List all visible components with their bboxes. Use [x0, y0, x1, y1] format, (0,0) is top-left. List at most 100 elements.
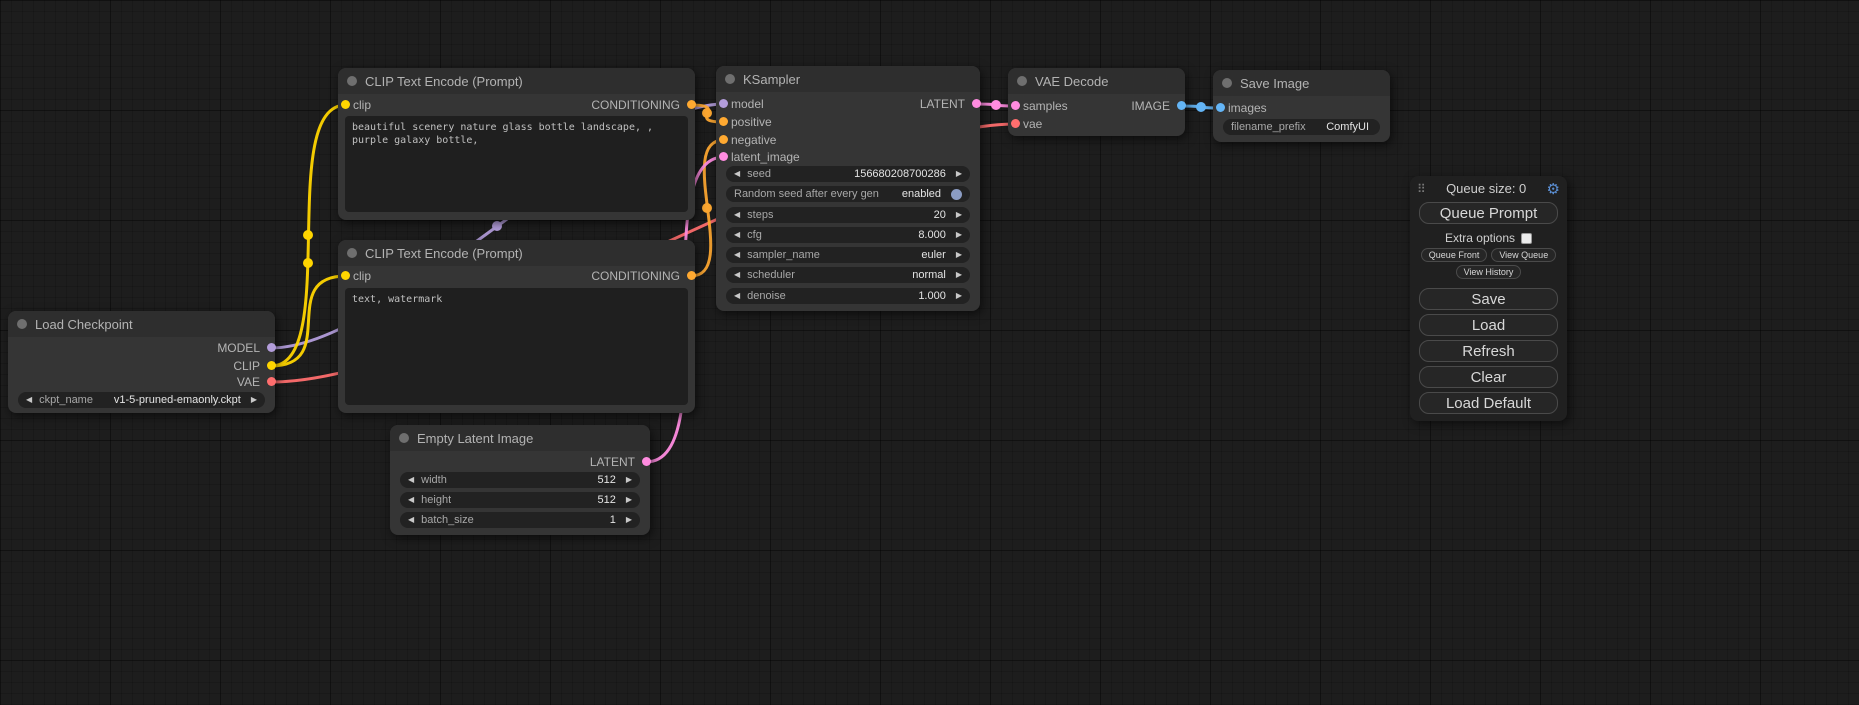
decrement-arrow-icon[interactable]: ◀ — [734, 288, 740, 304]
sampler-name-widget[interactable]: ◀ sampler_name euler ▶ — [726, 247, 970, 263]
toggle-dot[interactable] — [951, 189, 962, 200]
input-slot-samples[interactable] — [1011, 101, 1020, 110]
next-value-arrow-icon[interactable]: ▶ — [251, 392, 257, 408]
comfyui-canvas[interactable]: { "colors": { "model": "#B39DDB", "clip"… — [0, 0, 1859, 705]
collapse-dot-icon[interactable] — [1222, 78, 1232, 88]
queue-prompt-button[interactable]: Queue Prompt — [1419, 202, 1558, 224]
height-widget[interactable]: ◀ height 512 ▶ — [400, 492, 640, 508]
input-slot-vae[interactable] — [1011, 119, 1020, 128]
refresh-button[interactable]: Refresh — [1419, 340, 1558, 362]
input-slot-model[interactable] — [719, 99, 728, 108]
output-slot-latent[interactable] — [642, 457, 651, 466]
node-title-bar[interactable]: CLIP Text Encode (Prompt) — [338, 68, 695, 94]
increment-arrow-icon[interactable]: ▶ — [626, 492, 632, 508]
input-slot-clip[interactable] — [341, 100, 350, 109]
steps-widget[interactable]: ◀ steps 20 ▶ — [726, 207, 970, 223]
extra-options-checkbox[interactable] — [1521, 233, 1532, 244]
output-slot-vae[interactable] — [267, 377, 276, 386]
control-after-generate-widget[interactable]: Random seed after every gen enabled — [726, 186, 970, 202]
collapse-dot-icon[interactable] — [399, 433, 409, 443]
increment-arrow-icon[interactable]: ▶ — [626, 512, 632, 528]
input-slot-images[interactable] — [1216, 103, 1225, 112]
queue-front-button[interactable]: Queue Front — [1421, 248, 1488, 262]
input-label-latent-image: latent_image — [731, 149, 800, 165]
widget-label: ckpt_name — [39, 392, 93, 408]
node-ksampler[interactable]: KSampler model positive negative latent_… — [716, 66, 980, 311]
prev-value-arrow-icon[interactable]: ◀ — [26, 392, 32, 408]
negative-prompt-textarea[interactable]: text, watermark — [345, 288, 688, 405]
width-widget[interactable]: ◀ width 512 ▶ — [400, 472, 640, 488]
node-title-bar[interactable]: VAE Decode — [1008, 68, 1185, 94]
node-vae-decode[interactable]: VAE Decode samples vae IMAGE — [1008, 68, 1185, 136]
node-title-bar[interactable]: Load Checkpoint — [8, 311, 275, 337]
link-midpoint-dot — [991, 100, 1001, 110]
view-queue-button[interactable]: View Queue — [1491, 248, 1556, 262]
widget-value: 8.000 — [918, 227, 949, 243]
collapse-dot-icon[interactable] — [347, 248, 357, 258]
widget-value: euler — [921, 247, 948, 263]
output-slot-conditioning[interactable] — [687, 100, 696, 109]
next-value-arrow-icon[interactable]: ▶ — [956, 267, 962, 283]
decrement-arrow-icon[interactable]: ◀ — [734, 207, 740, 223]
scheduler-widget[interactable]: ◀ scheduler normal ▶ — [726, 267, 970, 283]
node-title-bar[interactable]: CLIP Text Encode (Prompt) — [338, 240, 695, 266]
node-save-image[interactable]: Save Image images filename_prefix ComfyU… — [1213, 70, 1390, 142]
drag-handle-icon[interactable]: ⠿ — [1417, 182, 1426, 196]
collapse-dot-icon[interactable] — [347, 76, 357, 86]
decrement-arrow-icon[interactable]: ◀ — [408, 512, 414, 528]
increment-arrow-icon[interactable]: ▶ — [956, 207, 962, 223]
positive-prompt-textarea[interactable]: beautiful scenery nature glass bottle la… — [345, 116, 688, 212]
decrement-arrow-icon[interactable]: ◀ — [734, 166, 740, 182]
collapse-dot-icon[interactable] — [17, 319, 27, 329]
node-title-bar[interactable]: Save Image — [1213, 70, 1390, 96]
input-slot-negative[interactable] — [719, 135, 728, 144]
output-label-conditioning: CONDITIONING — [591, 97, 680, 113]
collapse-dot-icon[interactable] — [725, 74, 735, 84]
output-slot-model[interactable] — [267, 343, 276, 352]
node-title-bar[interactable]: KSampler — [716, 66, 980, 92]
output-label-vae: VAE — [237, 374, 260, 390]
view-history-button[interactable]: View History — [1456, 265, 1522, 279]
filename-prefix-widget[interactable]: filename_prefix ComfyUI — [1223, 119, 1380, 135]
denoise-widget[interactable]: ◀ denoise 1.000 ▶ — [726, 288, 970, 304]
widget-label: sampler_name — [747, 247, 820, 263]
save-button[interactable]: Save — [1419, 288, 1558, 310]
increment-arrow-icon[interactable]: ▶ — [626, 472, 632, 488]
increment-arrow-icon[interactable]: ▶ — [956, 166, 962, 182]
widget-label: height — [421, 492, 451, 508]
decrement-arrow-icon[interactable]: ◀ — [408, 472, 414, 488]
queue-panel-header: ⠿ Queue size: 0 ⚙ — [1417, 180, 1560, 197]
node-title-bar[interactable]: Empty Latent Image — [390, 425, 650, 451]
load-default-button[interactable]: Load Default — [1419, 392, 1558, 414]
prev-value-arrow-icon[interactable]: ◀ — [734, 247, 740, 263]
decrement-arrow-icon[interactable]: ◀ — [734, 227, 740, 243]
prev-value-arrow-icon[interactable]: ◀ — [734, 267, 740, 283]
decrement-arrow-icon[interactable]: ◀ — [408, 492, 414, 508]
output-slot-conditioning[interactable] — [687, 271, 696, 280]
node-load-checkpoint[interactable]: Load Checkpoint MODEL CLIP VAE ◀ ckpt_na… — [8, 311, 275, 413]
input-slot-positive[interactable] — [719, 117, 728, 126]
queue-panel[interactable]: ⠿ Queue size: 0 ⚙ Queue Prompt Extra opt… — [1410, 176, 1567, 421]
node-clip-text-encode-negative[interactable]: CLIP Text Encode (Prompt) clip CONDITION… — [338, 240, 695, 413]
node-title: KSampler — [743, 72, 800, 87]
batch-size-widget[interactable]: ◀ batch_size 1 ▶ — [400, 512, 640, 528]
next-value-arrow-icon[interactable]: ▶ — [956, 247, 962, 263]
output-slot-latent[interactable] — [972, 99, 981, 108]
collapse-dot-icon[interactable] — [1017, 76, 1027, 86]
increment-arrow-icon[interactable]: ▶ — [956, 288, 962, 304]
seed-widget[interactable]: ◀ seed 156680208700286 ▶ — [726, 166, 970, 182]
node-clip-text-encode-positive[interactable]: CLIP Text Encode (Prompt) clip CONDITION… — [338, 68, 695, 220]
node-empty-latent-image[interactable]: Empty Latent Image LATENT ◀ width 512 ▶ … — [390, 425, 650, 535]
cfg-widget[interactable]: ◀ cfg 8.000 ▶ — [726, 227, 970, 243]
settings-gear-icon[interactable]: ⚙ — [1547, 180, 1560, 198]
clear-button[interactable]: Clear — [1419, 366, 1558, 388]
ckpt-name-widget[interactable]: ◀ ckpt_name v1-5-pruned-emaonly.ckpt ▶ — [18, 392, 265, 408]
output-slot-clip[interactable] — [267, 361, 276, 370]
input-slot-latent-image[interactable] — [719, 152, 728, 161]
output-slot-image[interactable] — [1177, 101, 1186, 110]
view-history-row: View History — [1410, 265, 1567, 279]
increment-arrow-icon[interactable]: ▶ — [956, 227, 962, 243]
extra-options-row: Extra options — [1410, 231, 1567, 245]
input-slot-clip[interactable] — [341, 271, 350, 280]
load-button[interactable]: Load — [1419, 314, 1558, 336]
